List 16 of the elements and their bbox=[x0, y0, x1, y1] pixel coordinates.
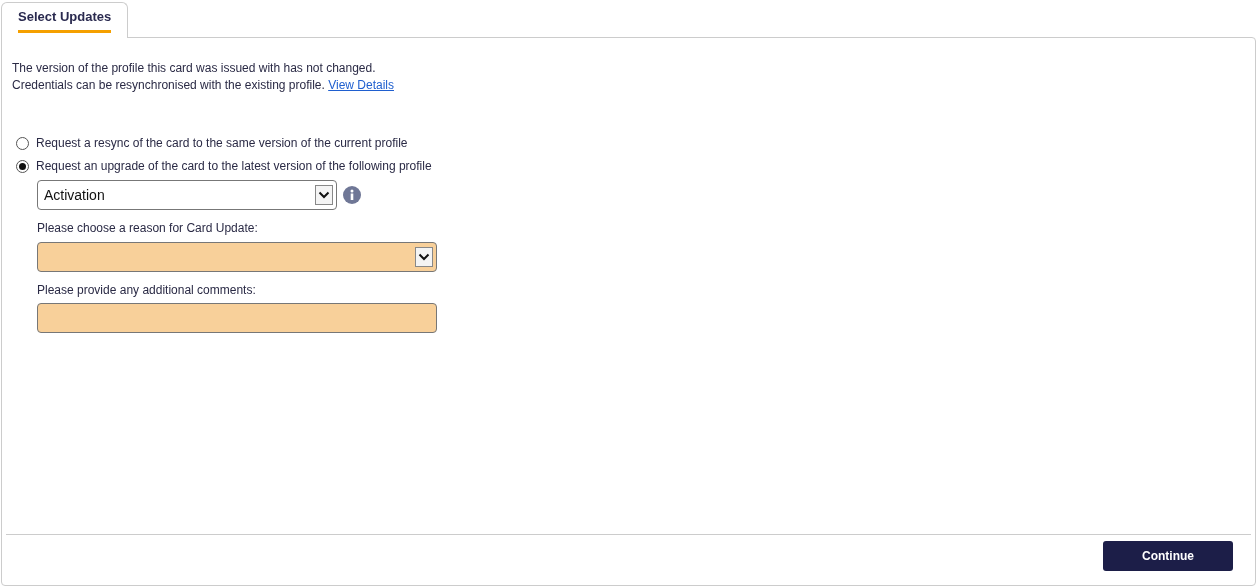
info-icon[interactable] bbox=[343, 186, 361, 204]
chevron-down-icon bbox=[315, 185, 333, 205]
option-label[interactable]: Request a resync of the card to the same version of the current profile bbox=[36, 135, 408, 151]
tab[interactable]: Select Updates bbox=[1, 2, 129, 38]
continue-button[interactable]: Continue bbox=[1103, 541, 1233, 571]
chevron-down-icon bbox=[415, 247, 433, 267]
radio-button[interactable] bbox=[16, 159, 29, 173]
option-label[interactable]: Request an upgrade of the card to the latest version of the following profile bbox=[36, 158, 432, 174]
radio-button[interactable] bbox=[16, 136, 29, 150]
comments-field[interactable] bbox=[37, 303, 437, 333]
view-details-link[interactable]: View Details bbox=[328, 78, 394, 92]
field-label: Please provide any additional comments: bbox=[37, 282, 257, 298]
field-label: Please choose a reason for Card Update: bbox=[37, 220, 259, 236]
profile-select[interactable]: Activation bbox=[37, 180, 337, 210]
info-message: The version of the profile this card was issued with has not changed. Credentials can be resynchronised with the existing profile. View Details bbox=[12, 60, 395, 94]
reason-select[interactable] bbox=[37, 242, 437, 272]
